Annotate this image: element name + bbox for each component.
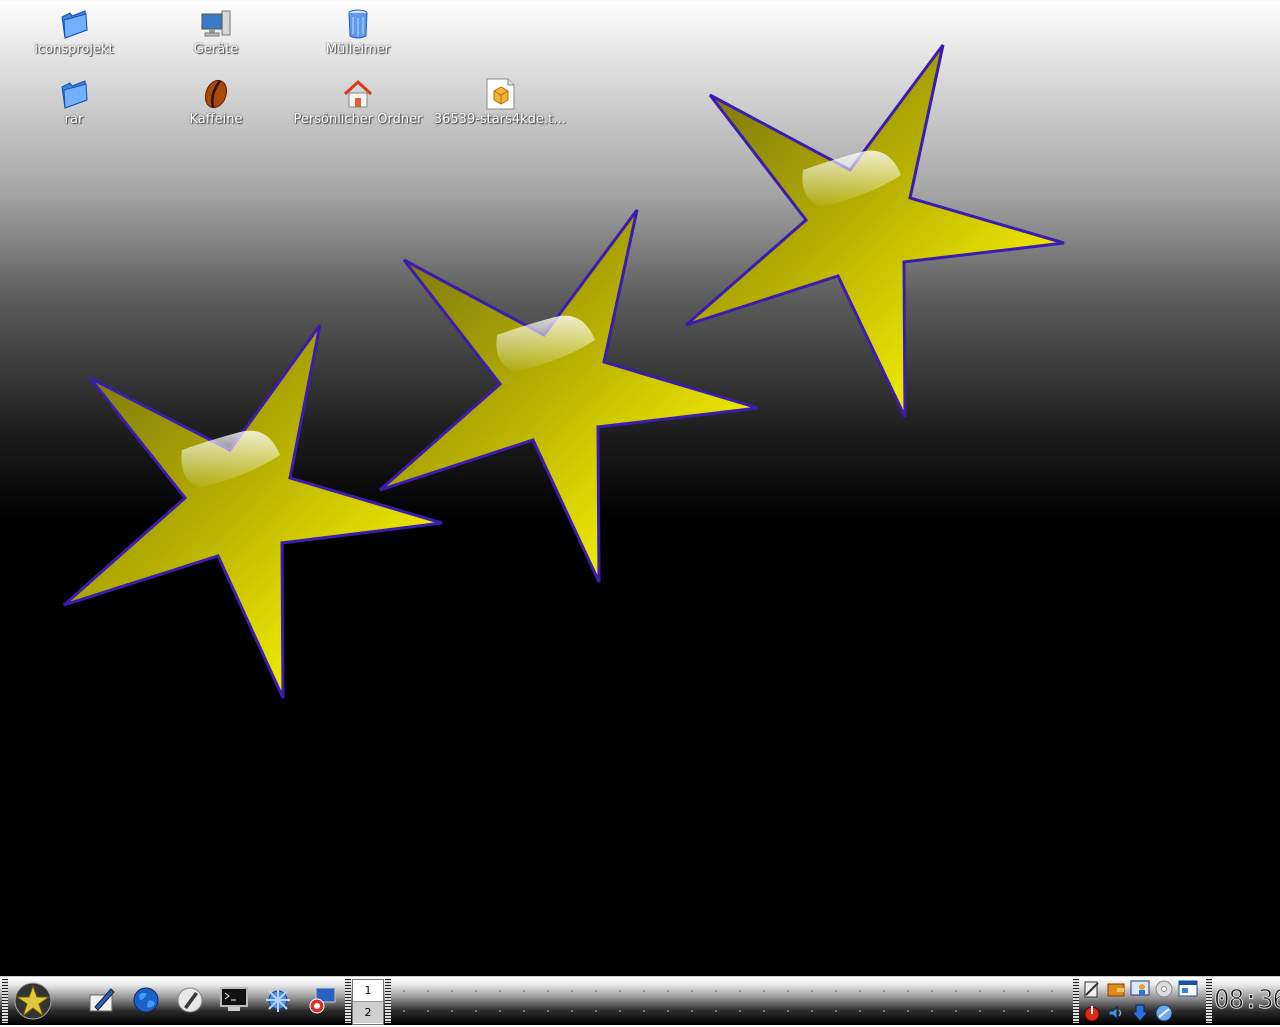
kwallet-icon[interactable] [1106, 979, 1126, 999]
desktop-icon-kaffeine[interactable]: Kaffeine [145, 78, 287, 127]
download-arrow-icon[interactable] [1130, 1003, 1150, 1023]
star-shape [685, 44, 1065, 418]
taskbar[interactable] [392, 981, 1072, 1021]
desktop-icon-label: 36539-stars4kde.t… [433, 112, 567, 127]
desktop-icon-label: Mülleimer [325, 42, 391, 57]
desktop-pager: 1 2 [352, 979, 384, 1025]
launcher-konsole[interactable] [216, 981, 252, 1021]
konqueror-globe-icon [133, 987, 159, 1013]
trash-icon [348, 9, 368, 39]
panel-handle[interactable] [345, 979, 351, 1023]
desktop-icon-label: rar [64, 112, 84, 127]
user-chat-icon[interactable] [1130, 979, 1150, 999]
desktop-icon-label: Persönlicher Ordner [293, 112, 423, 127]
konsole-terminal-icon [220, 987, 248, 1011]
desktop-icon-label: Geräte [193, 42, 239, 57]
pager-desktop-2[interactable]: 2 [353, 1001, 383, 1023]
panel-clock[interactable]: 08:36 [1214, 985, 1280, 1016]
remote-desktop-icon [309, 987, 336, 1014]
computer-devices-icon [201, 10, 231, 37]
desktop-icon-label: Kaffeine [189, 112, 243, 127]
panel-handle[interactable] [385, 979, 391, 1023]
panel-handle[interactable] [1206, 979, 1212, 1023]
home-icon [343, 79, 373, 108]
kde-window-icon[interactable] [1178, 979, 1198, 999]
panel-handle[interactable] [2, 979, 8, 1023]
folder-icon [61, 80, 88, 109]
desktop-icon-label: iconsprojekt [34, 42, 114, 57]
launcher-konqueror[interactable] [128, 981, 164, 1021]
shutdown-icon[interactable] [1082, 1003, 1102, 1023]
folder-icon [61, 10, 88, 39]
launcher-pen-tool[interactable] [172, 981, 208, 1021]
star-shape [379, 209, 759, 583]
kicker-panel: 1 2 08:36 [0, 976, 1280, 1025]
pen-tool-icon [177, 987, 203, 1013]
launcher-remote-desktop[interactable] [304, 981, 340, 1021]
desktop-icon-rar[interactable]: rar [3, 78, 145, 127]
network-icon[interactable] [1154, 1003, 1174, 1023]
klipper-icon[interactable] [1082, 979, 1102, 999]
cd-icon[interactable] [1154, 979, 1174, 999]
desktop-icon-persoenlicher-ordner[interactable]: Persönlicher Ordner [287, 78, 429, 127]
launcher-kate[interactable] [84, 981, 120, 1021]
kde-menu-button[interactable] [12, 981, 54, 1021]
system-tray [1080, 979, 1204, 1023]
archive-file-icon [486, 78, 515, 110]
panel-handle[interactable] [1073, 979, 1079, 1023]
desktop-icon-iconsprojekt[interactable]: iconsprojekt [3, 8, 145, 57]
kde-menu-star-icon [14, 982, 52, 1020]
kate-editor-icon [89, 988, 115, 1012]
kaffeine-icon [204, 79, 228, 109]
volume-icon[interactable] [1106, 1003, 1126, 1023]
pager-desktop-1[interactable]: 1 [353, 980, 383, 1001]
launcher-kvirc[interactable] [260, 981, 296, 1021]
wallpaper [63, 44, 1065, 699]
star-shape [63, 324, 443, 699]
desktop-icon-geraete[interactable]: Geräte [145, 8, 287, 57]
kvirc-icon [266, 988, 290, 1012]
desktop-icon-muelleimer[interactable]: Mülleimer [287, 8, 429, 57]
desktop-icon-archive-file[interactable]: 36539-stars4kde.t… [429, 78, 571, 127]
